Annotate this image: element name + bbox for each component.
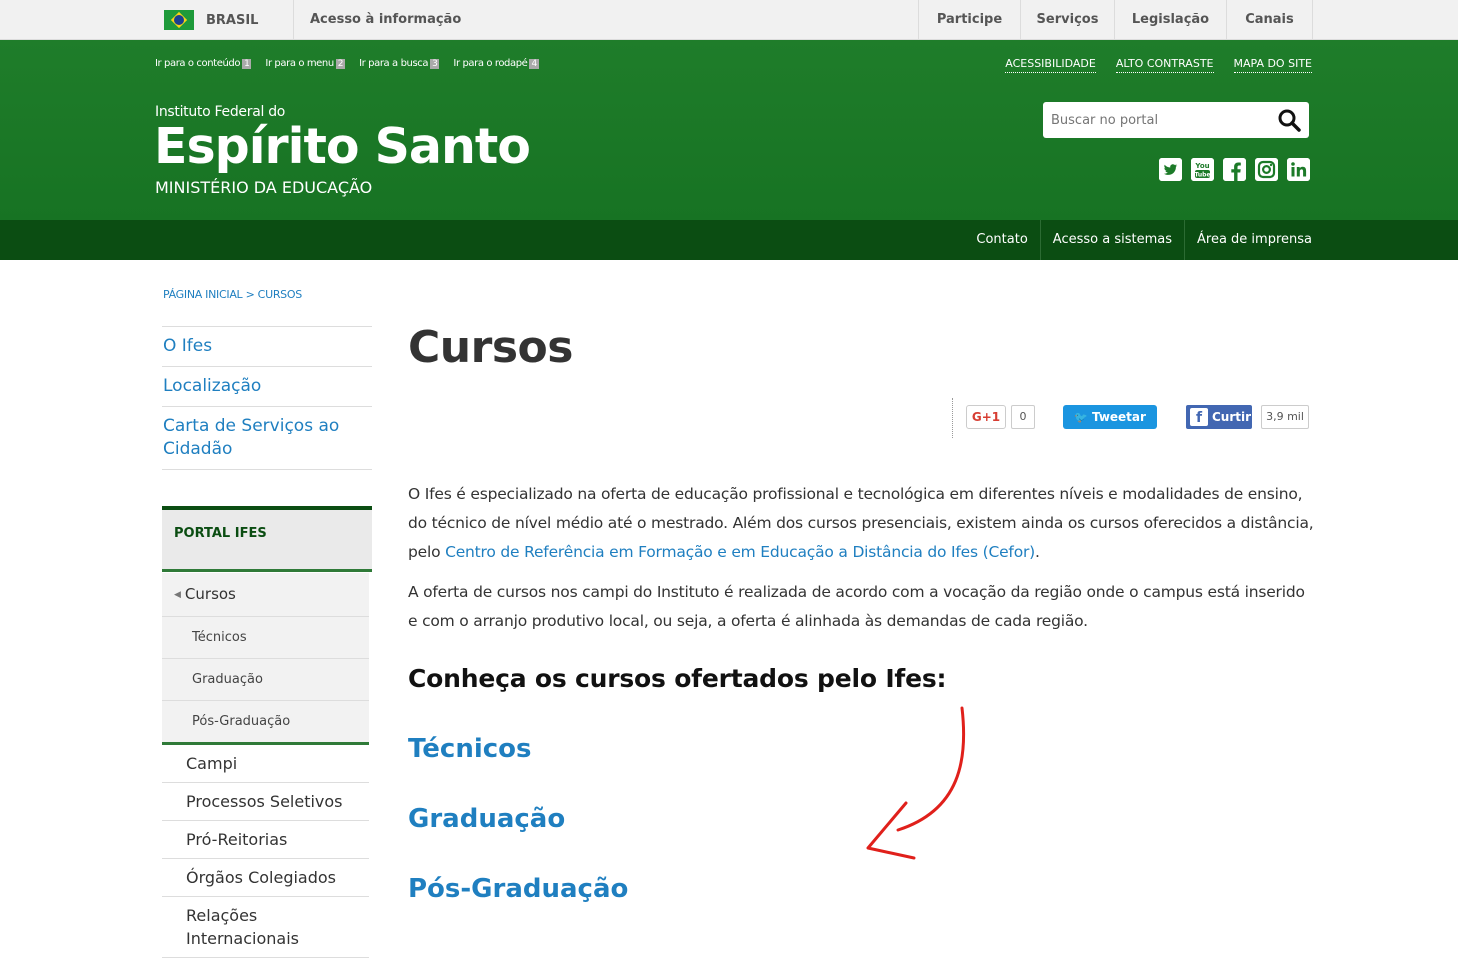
skip-link-search[interactable]: Ir para a busca 3 (359, 58, 440, 69)
portal-ifes-title: PORTAL IFES (174, 526, 267, 541)
breadcrumb[interactable]: PÁGINA INICIAL > CURSOS (163, 288, 302, 301)
sidebar-subitem-pos-graduacao[interactable]: Pós-Graduação (162, 701, 369, 745)
gov-menu: Participe Serviços Legislação Canais (918, 0, 1313, 40)
gov-menu-participe[interactable]: Participe (919, 0, 1021, 40)
gov-menu-canais[interactable]: Canais (1227, 0, 1313, 40)
sub-navigation: Contato Acesso a sistemas Área de impren… (0, 220, 1458, 260)
gplus-count: 0 (1011, 405, 1035, 429)
sidebar-subitem-graduacao[interactable]: Graduação (162, 659, 369, 701)
sidebar-item-carta-servicos[interactable]: Carta de Serviços ao Cidadão (162, 407, 372, 470)
ministry-label: MINISTÉRIO DA EDUCAÇÃO (155, 178, 373, 197)
facebook-icon: f (1190, 408, 1208, 426)
sidebar-item-pro-reitorias[interactable]: Pró-Reitorias (162, 821, 369, 859)
triangle-icon: ◀ (174, 590, 181, 600)
sidebar-subitem-tecnicos[interactable]: Técnicos (162, 617, 369, 659)
course-link-graduacao[interactable]: Graduação (408, 804, 565, 834)
search-box (1043, 102, 1309, 138)
sidebar-item-processos-seletivos[interactable]: Processos Seletivos (162, 783, 369, 821)
offer-paragraph: A oferta de cursos nos campi do Institut… (408, 583, 1305, 630)
svg-text:You: You (1194, 162, 1209, 170)
sidebar-top-links: O Ifes Localização Carta de Serviços ao … (162, 326, 372, 470)
youtube-icon[interactable]: You Tube (1191, 158, 1214, 181)
accessibility-link[interactable]: ACESSIBILIDADE (1005, 57, 1096, 73)
gov-menu-legislacao[interactable]: Legislação (1115, 0, 1227, 40)
gov-bar: BRASIL Acesso à informação Participe Ser… (0, 0, 1458, 40)
sidebar-item-o-ifes[interactable]: O Ifes (162, 327, 372, 367)
subnav-contato[interactable]: Contato (964, 220, 1039, 260)
sidebar-item-orgaos-colegiados[interactable]: Órgãos Colegiados (162, 859, 369, 897)
facebook-like-count: 3,9 mil (1261, 405, 1309, 429)
instagram-icon[interactable] (1255, 158, 1278, 181)
high-contrast-link[interactable]: ALTO CONTRASTE (1115, 57, 1214, 73)
brasil-label: BRASIL (206, 12, 259, 28)
sidebar-item-relacoes-internacionais[interactable]: Relações Internacionais (162, 897, 369, 958)
skip-link-content[interactable]: Ir para o conteúdo 1 (155, 58, 252, 69)
social-links: You Tube (1159, 158, 1310, 181)
subnav-acesso-sistemas[interactable]: Acesso a sistemas (1039, 220, 1184, 260)
facebook-like-button[interactable]: f Curtir (1186, 405, 1252, 429)
search-icon[interactable] (1277, 108, 1301, 132)
share-bar: G+1 0 🐦 Tweetar f Curtir 3,9 mil (952, 398, 1310, 438)
courses-heading: Conheça os cursos ofertados pelo Ifes: (408, 664, 947, 693)
site-header: Ir para o conteúdo 1 Ir para o menu 2 Ir p… (0, 40, 1458, 220)
brasil-link[interactable]: BRASIL (150, 0, 294, 40)
twitter-bird-icon: 🐦 (1074, 411, 1088, 424)
info-access-link[interactable]: Acesso à informação (310, 12, 461, 27)
gplus-button[interactable]: G+1 (966, 405, 1006, 429)
subnav-items: Contato Acesso a sistemas Área de impren… (964, 220, 1312, 260)
sidebar-item-campi[interactable]: Campi (162, 745, 369, 783)
skip-link-menu[interactable]: Ir para o menu 2 (265, 58, 346, 69)
sidebar-menu: ◀ Cursos Técnicos Graduação Pós-Graduação… (162, 573, 369, 958)
cefor-link[interactable]: Centro de Referência em Formação e em Ed… (445, 543, 1035, 561)
gov-menu-servicos[interactable]: Serviços (1021, 0, 1115, 40)
skip-link-footer[interactable]: Ir para o rodapé 4 (453, 58, 539, 69)
search-input[interactable] (1043, 102, 1263, 138)
svg-text:Tube: Tube (1194, 172, 1210, 179)
sidebar-item-localizacao[interactable]: Localização (162, 367, 372, 407)
intro-paragraph: O Ifes é especializado na oferta de educ… (408, 485, 1314, 561)
twitter-icon[interactable] (1159, 158, 1182, 181)
course-link-pos-graduacao[interactable]: Pós-Graduação (408, 874, 628, 904)
page-title: Cursos (408, 322, 573, 373)
linkedin-icon[interactable] (1287, 158, 1310, 181)
subnav-area-imprensa[interactable]: Área de imprensa (1184, 220, 1312, 260)
portal-ifes-header: PORTAL IFES (162, 506, 372, 572)
facebook-icon[interactable] (1223, 158, 1246, 181)
tweet-button[interactable]: 🐦 Tweetar (1063, 405, 1157, 429)
site-title[interactable]: Espírito Santo (154, 118, 531, 175)
site-map-link[interactable]: MAPA DO SITE (1233, 57, 1312, 73)
annotation-arrow-icon (866, 706, 966, 860)
sidebar-item-cursos[interactable]: ◀ Cursos (162, 573, 369, 617)
access-links: ACESSIBILIDADE ALTO CONTRASTE MAPA DO SI… (1005, 57, 1312, 73)
brazil-flag-icon (164, 10, 194, 30)
course-link-tecnicos[interactable]: Técnicos (408, 734, 532, 764)
skip-links: Ir para o conteúdo 1 Ir para o menu 2 Ir p… (155, 58, 539, 69)
